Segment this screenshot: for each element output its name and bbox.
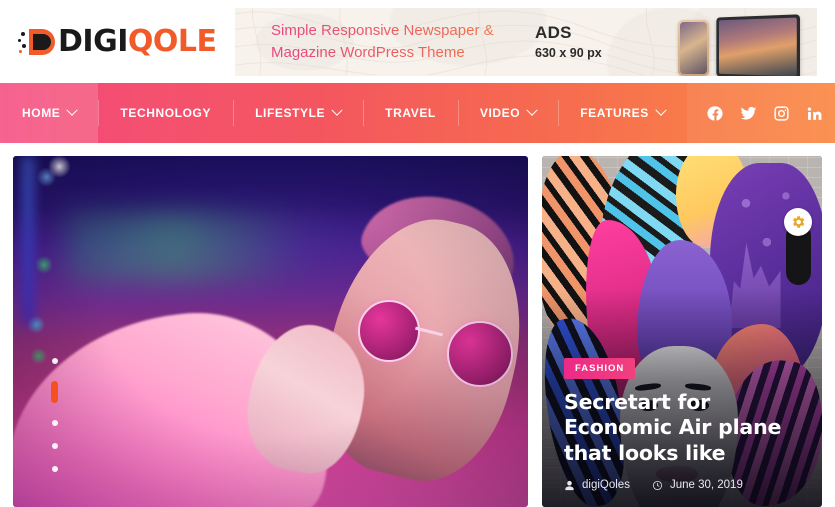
ad-title: ADS	[535, 23, 572, 42]
linkedin-icon[interactable]	[806, 105, 823, 122]
phone-mockup-icon	[678, 19, 709, 76]
nav-item-technology[interactable]: TECHNOLOGY	[98, 83, 233, 143]
ad-headline-block: Simple Responsive Newspaper & Magazine W…	[235, 20, 535, 64]
gear-icon[interactable]	[784, 208, 812, 236]
nav-items-group: HOME TECHNOLOGY LIFESTYLE TRAVEL VIDEO F…	[0, 83, 687, 143]
logo-text-primary: DIGI	[58, 23, 128, 59]
slider-pagination[interactable]	[51, 358, 58, 472]
featured-post-card[interactable]: FASHION Secretart for Economic Air plane…	[542, 156, 822, 507]
chevron-down-icon	[655, 104, 667, 116]
featured-post-body: FASHION Secretart for Economic Air plane…	[564, 357, 804, 491]
tablet-mockup-icon	[716, 13, 801, 76]
logo-text-secondary: QOLE	[127, 23, 217, 59]
digiqole-logo-icon	[18, 27, 56, 57]
settings-widget[interactable]	[784, 208, 812, 285]
chevron-down-icon	[331, 104, 343, 116]
ad-headline-line2: Magazine WordPress Theme	[271, 42, 535, 64]
ad-dimensions: 630 x 90 px	[535, 46, 602, 60]
site-header: DIGIQOLE Simple Responsive Newspaper & M…	[0, 0, 835, 83]
twitter-icon[interactable]	[740, 105, 757, 122]
slider-dot-active[interactable]	[51, 381, 58, 403]
nav-item-label: VIDEO	[479, 106, 521, 120]
instagram-icon[interactable]	[773, 105, 790, 122]
nav-right-group	[686, 83, 835, 143]
page-root: DIGIQOLE Simple Responsive Newspaper & M…	[0, 0, 835, 507]
nav-item-lifestyle[interactable]: LIFESTYLE	[233, 83, 363, 143]
clock-icon	[652, 480, 662, 490]
slider-dot[interactable]	[51, 443, 58, 449]
nav-item-video[interactable]: VIDEO	[457, 83, 558, 143]
logo-wordmark: DIGIQOLE	[58, 23, 217, 59]
post-author-label: digiQoles	[582, 479, 630, 491]
nav-item-label: LIFESTYLE	[255, 106, 326, 120]
category-badge[interactable]: FASHION	[564, 357, 636, 379]
nav-item-label: TRAVEL	[385, 106, 436, 120]
main-content: FASHION Secretart for Economic Air plane…	[0, 143, 835, 507]
featured-post-meta: digiQoles June 30, 2019	[564, 479, 804, 491]
slider-dot[interactable]	[51, 420, 58, 426]
nav-item-label: FEATURES	[580, 106, 649, 120]
chevron-down-icon	[526, 104, 538, 116]
hero-image	[13, 156, 528, 507]
site-logo[interactable]: DIGIQOLE	[10, 23, 225, 59]
post-date: June 30, 2019	[652, 479, 743, 491]
nav-item-label: HOME	[22, 106, 61, 120]
ad-headline-line1: Simple Responsive Newspaper &	[271, 20, 535, 42]
post-date-label: June 30, 2019	[669, 479, 743, 491]
ad-banner[interactable]: Simple Responsive Newspaper & Magazine W…	[235, 7, 817, 76]
chevron-down-icon	[66, 104, 79, 116]
nav-item-features[interactable]: FEATURES	[558, 83, 687, 143]
user-icon	[565, 480, 574, 490]
nav-item-label: TECHNOLOGY	[120, 106, 212, 120]
ad-size-block: ADS 630 x 90 px	[535, 23, 675, 60]
slider-dot[interactable]	[51, 358, 58, 364]
hero-slider[interactable]	[13, 156, 528, 507]
post-author[interactable]: digiQoles	[564, 479, 630, 491]
ad-device-image	[675, 8, 817, 76]
nav-item-travel[interactable]: TRAVEL	[363, 83, 458, 143]
slider-dot[interactable]	[51, 466, 58, 472]
main-navigation: HOME TECHNOLOGY LIFESTYLE TRAVEL VIDEO F…	[0, 83, 835, 143]
facebook-icon[interactable]	[707, 105, 724, 122]
nav-item-home[interactable]: HOME	[0, 83, 99, 143]
featured-post-title[interactable]: Secretart for Economic Air plane that lo…	[564, 390, 804, 466]
social-links	[686, 83, 835, 143]
